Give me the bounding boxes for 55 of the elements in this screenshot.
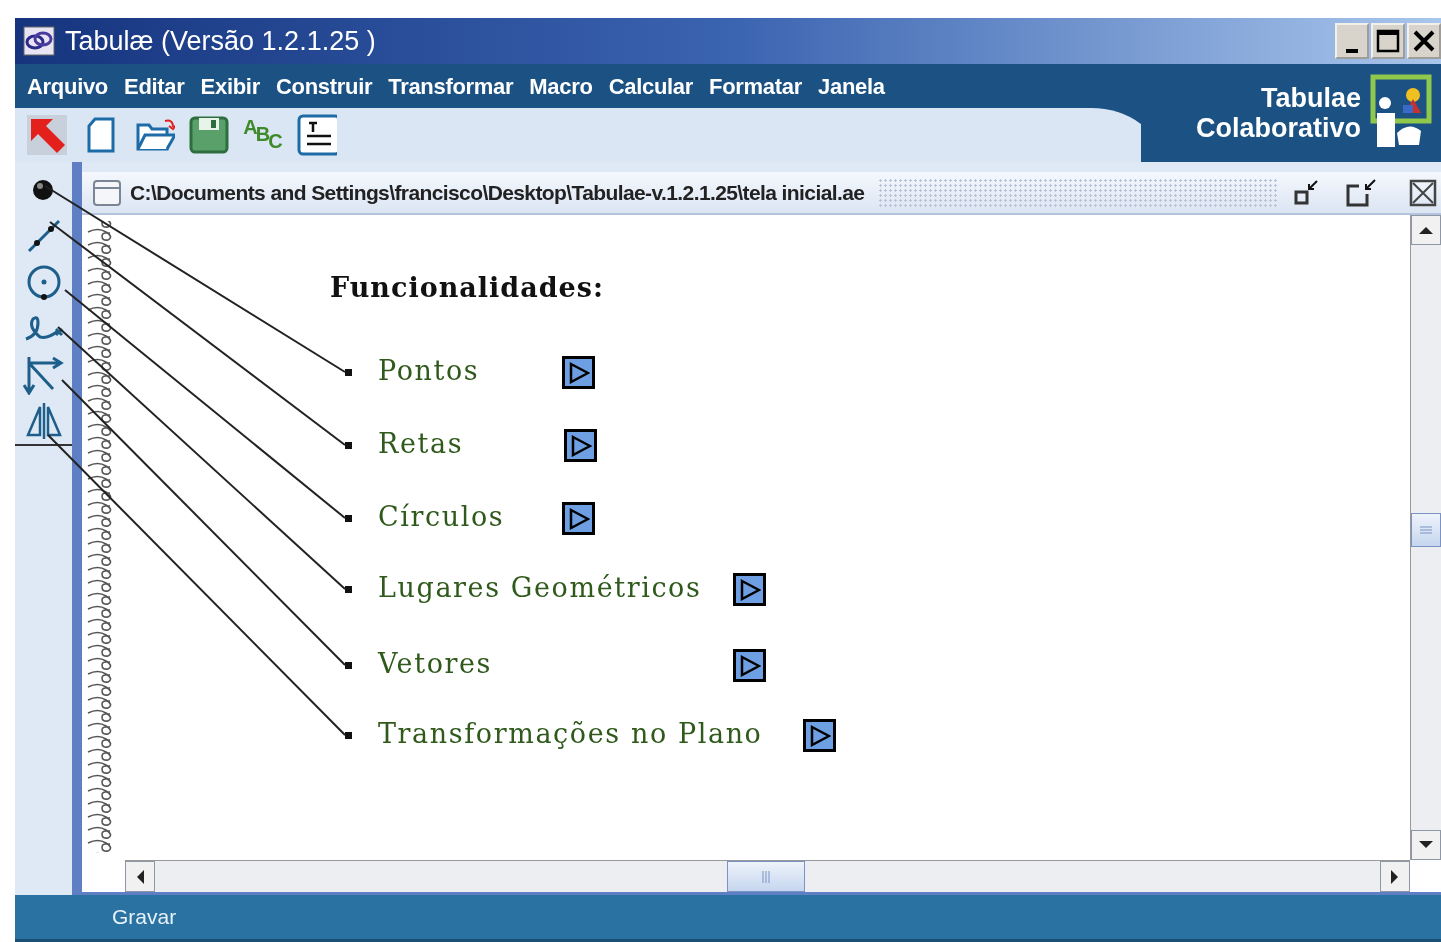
window-title: Tabulæ (Versão 1.2.1.25 ) — [65, 24, 376, 58]
topic-label: Pontos — [378, 357, 480, 384]
topic-label: Retas — [378, 430, 464, 457]
scroll-thumb[interactable] — [727, 861, 805, 892]
window-icon — [92, 178, 122, 207]
topic-label: Lugares Geométricos — [378, 574, 702, 601]
bullet-icon — [345, 369, 352, 376]
vector-tool-button[interactable] — [21, 354, 66, 394]
bullet-icon — [345, 732, 352, 739]
scroll-thumb[interactable] — [1411, 513, 1441, 547]
menu-item[interactable]: Transformar — [380, 69, 522, 103]
scroll-up-button[interactable] — [1411, 215, 1441, 245]
menu-item[interactable]: Formatar — [701, 69, 811, 103]
restore-button[interactable] — [1345, 177, 1377, 208]
menu-item[interactable]: Construir — [267, 69, 381, 103]
topic-label: Círculos — [378, 503, 505, 530]
heading: Funcionalidades: — [330, 272, 604, 305]
logo-text: Tabulae Colaborativo — [1195, 82, 1361, 144]
menu-item[interactable]: Arquivo — [19, 69, 116, 103]
minimize-button[interactable] — [1335, 23, 1369, 59]
play-button[interactable] — [733, 649, 766, 682]
label-tool-button[interactable] — [297, 113, 337, 157]
menu-item[interactable]: Editar — [116, 69, 193, 103]
bullet-icon — [345, 662, 352, 669]
document-path: C:\Documents and Settings\francisco\Desktop\Tabulae-v.1.2.1.25\tela inicial.ae — [130, 179, 865, 206]
left-arrow-icon — [135, 868, 145, 885]
bullet-icon — [345, 586, 352, 593]
pointer-tool-button[interactable] — [27, 113, 67, 157]
right-arrow-icon — [1390, 868, 1400, 885]
menu-item[interactable]: Macro — [521, 69, 601, 103]
play-button[interactable] — [562, 356, 595, 389]
topic-label: Transformações no Plano — [378, 720, 763, 747]
status-text: Gravar — [112, 904, 177, 931]
app-icon — [23, 26, 55, 56]
bullet-icon — [345, 442, 352, 449]
close-button[interactable] — [1409, 178, 1437, 207]
iconify-button[interactable] — [1293, 178, 1321, 207]
bullet-icon — [345, 515, 352, 522]
play-button[interactable] — [803, 719, 836, 752]
vertical-scrollbar[interactable] — [1410, 215, 1441, 860]
scroll-down-button[interactable] — [1411, 830, 1441, 860]
down-arrow-icon — [1418, 840, 1434, 850]
topic-label: Vetores — [378, 650, 493, 677]
horizontal-scrollbar[interactable] — [125, 860, 1410, 892]
minimize-icon — [1346, 49, 1358, 53]
play-button[interactable] — [564, 429, 597, 462]
maximize-button[interactable] — [1371, 23, 1405, 59]
play-button[interactable] — [562, 502, 595, 535]
menu-item[interactable]: Janela — [810, 69, 893, 103]
up-arrow-icon — [1418, 225, 1434, 235]
scroll-left-button[interactable] — [125, 861, 155, 892]
menu-item[interactable]: Calcular — [600, 69, 702, 103]
play-button[interactable] — [733, 573, 766, 606]
menu-item[interactable]: Exibir — [192, 69, 268, 103]
scroll-right-button[interactable] — [1380, 861, 1410, 892]
